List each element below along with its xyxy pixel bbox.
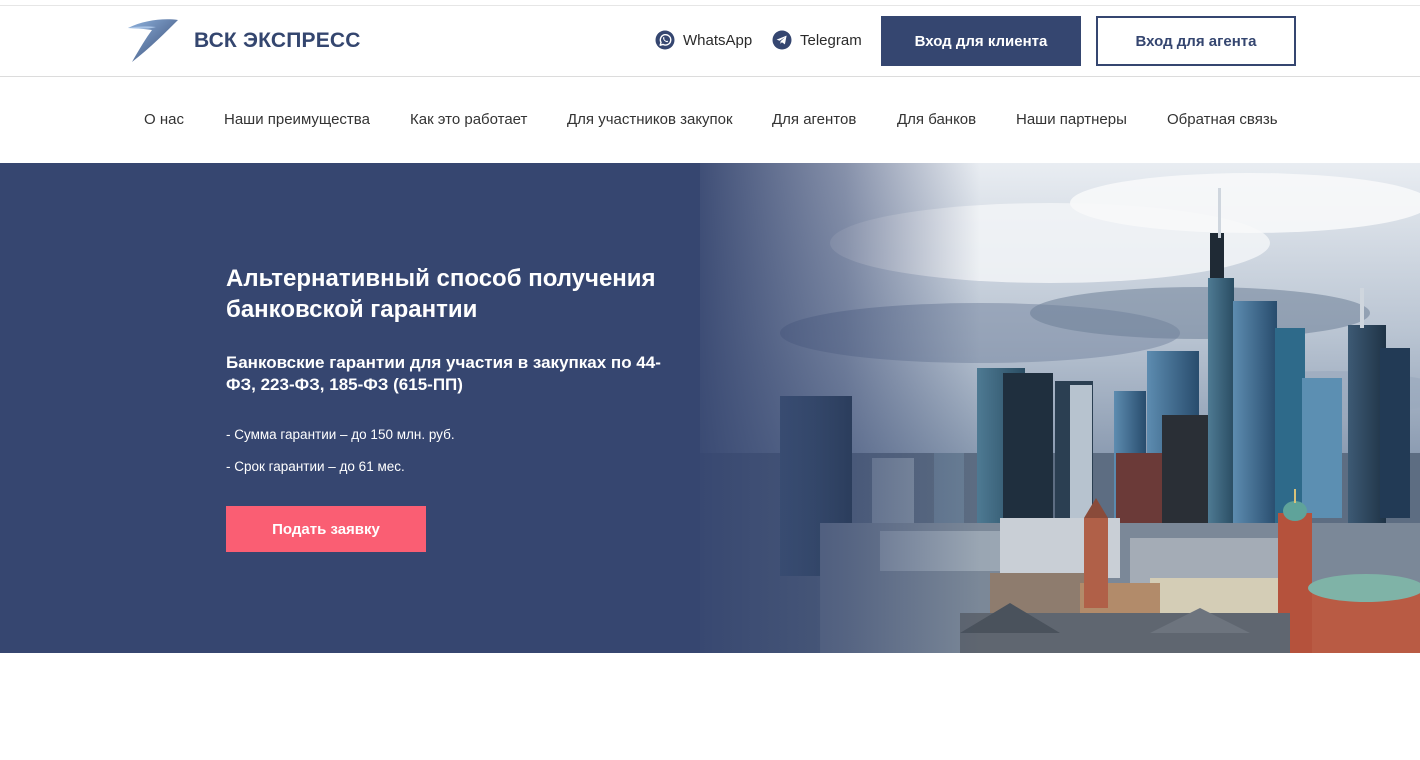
main-navigation: О нас Наши преимущества Как это работает… — [0, 77, 1420, 163]
nav-item-banks[interactable]: Для банков — [897, 111, 976, 128]
telegram-label: Telegram — [800, 31, 862, 49]
nav-item-feedback[interactable]: Обратная связь — [1167, 111, 1278, 128]
hero-title: Альтернативный способ получения банковск… — [226, 265, 656, 323]
nav-item-agents[interactable]: Для агентов — [772, 111, 856, 128]
telegram-link[interactable]: Telegram — [772, 30, 862, 50]
hero-banner: Альтернативный способ получения банковск… — [0, 163, 1420, 653]
agent-login-button[interactable]: Вход для агента — [1096, 16, 1296, 66]
client-login-button[interactable]: Вход для клиента — [881, 16, 1081, 66]
nav-item-procurement-participants[interactable]: Для участников закупок — [567, 111, 733, 128]
hero-subtitle: Банковские гарантии для участия в закупк… — [226, 353, 661, 394]
telegram-icon — [772, 30, 792, 50]
swoosh-logo-icon — [128, 19, 178, 62]
nav-item-about[interactable]: О нас — [144, 111, 184, 128]
nav-item-how-it-works[interactable]: Как это работает — [410, 111, 527, 128]
hero-bullet-amount: - Сумма гарантии – до 150 млн. руб. — [226, 427, 455, 442]
whatsapp-link[interactable]: WhatsApp — [655, 30, 752, 50]
brand-name: ВСК ЭКСПРЕСС — [194, 29, 361, 52]
nav-item-advantages[interactable]: Наши преимущества — [224, 111, 370, 128]
submit-application-button[interactable]: Подать заявку — [226, 506, 426, 552]
whatsapp-icon — [655, 30, 675, 50]
hero-bullet-term: - Срок гарантии – до 61 мес. — [226, 459, 405, 474]
whatsapp-label: WhatsApp — [683, 31, 753, 49]
brand-logo[interactable]: ВСК ЭКСПРЕСС — [126, 18, 361, 64]
city-skyline-image — [680, 163, 1420, 653]
site-header: ВСК ЭКСПРЕСС WhatsApp Telegram Вход для … — [0, 6, 1420, 77]
nav-item-partners[interactable]: Наши партнеры — [1016, 111, 1127, 128]
